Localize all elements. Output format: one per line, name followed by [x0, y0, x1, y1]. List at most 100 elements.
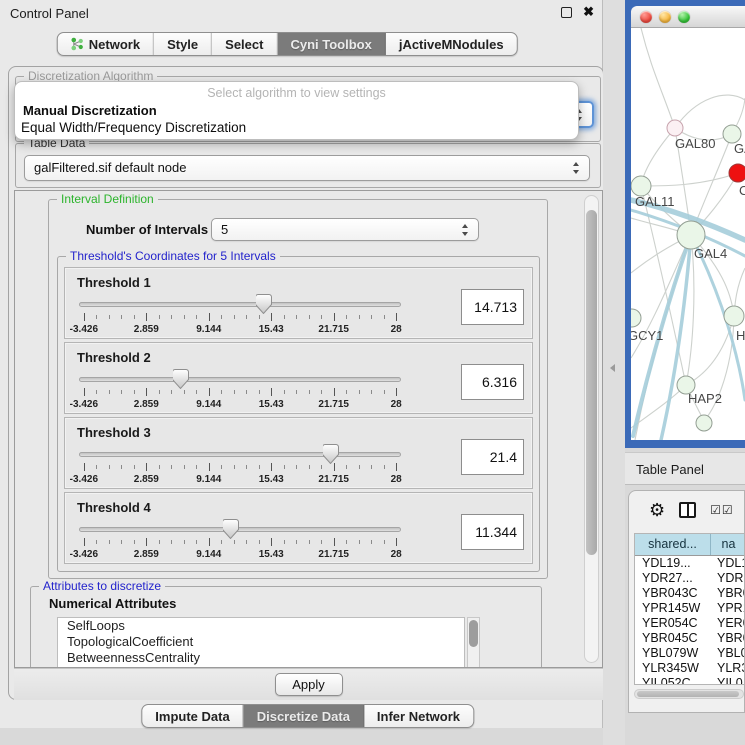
- table-data-select[interactable]: galFiltered.sif default node: [24, 155, 590, 181]
- attributes-group: Attributes to discretize Numerical Attri…: [30, 586, 542, 668]
- table-row[interactable]: YBR043CYBR0: [635, 586, 745, 601]
- threshold-4-slider[interactable]: -3.4262.8599.14415.4321.71528: [79, 517, 401, 563]
- node-label-h: H: [736, 328, 745, 343]
- cell-name[interactable]: YBR0: [711, 631, 745, 646]
- table-row[interactable]: YDL19...YDL1: [635, 556, 745, 571]
- cell-name[interactable]: YDR2: [711, 571, 745, 586]
- slider-thumb[interactable]: [173, 369, 189, 389]
- intervals-select[interactable]: 5: [211, 218, 479, 241]
- float-window-icon[interactable]: [561, 7, 572, 18]
- slider-track[interactable]: [79, 302, 401, 307]
- slider-track[interactable]: [79, 452, 401, 457]
- table-panel-toolbar: ⚙ ☑☑: [629, 491, 744, 529]
- slider-track[interactable]: [79, 527, 401, 532]
- popup-option-equal-width-frequency[interactable]: Equal Width/Frequency Discretization: [21, 120, 246, 135]
- panel-splitter[interactable]: [603, 0, 625, 745]
- node-attribute-table[interactable]: shared... na YDL19...YDL1YDR27...YDR2YBR…: [634, 533, 745, 685]
- cell-name[interactable]: YDL1: [711, 556, 745, 571]
- tab-jactivemnodules[interactable]: jActiveMNodules: [386, 33, 517, 55]
- cell-shared-name[interactable]: YLR345W: [635, 661, 711, 676]
- minimize-traffic-light-icon[interactable]: [659, 11, 671, 23]
- scrollbar-thumb[interactable]: [469, 620, 478, 647]
- table-row[interactable]: YBL079WYBL0: [635, 646, 745, 661]
- threshold-coordinates-group: Threshold's Coordinates for 5 Intervals …: [57, 256, 540, 572]
- tab-cyni-toolbox[interactable]: Cyni Toolbox: [277, 33, 385, 55]
- network-node-gal4[interactable]: [677, 221, 705, 249]
- node-label-partial-top: GA: [734, 141, 745, 156]
- slider-thumb[interactable]: [223, 519, 239, 539]
- cell-name[interactable]: YPR1: [711, 601, 745, 616]
- select-all-checkboxes-icon[interactable]: ☑☑: [710, 503, 734, 517]
- attribute-list-item[interactable]: BetweennessCentrality: [58, 650, 464, 666]
- network-node-gal11[interactable]: [631, 176, 651, 196]
- table-row[interactable]: YBR045CYBR0: [635, 631, 745, 646]
- table-row[interactable]: YPR145WYPR1: [635, 601, 745, 616]
- slider-thumb[interactable]: [256, 294, 272, 314]
- table-row[interactable]: YLR345WYLR3: [635, 661, 745, 676]
- table-row[interactable]: YDR27...YDR2: [635, 571, 745, 586]
- tab-style[interactable]: Style: [154, 33, 212, 55]
- cell-name[interactable]: YBL0: [711, 646, 745, 661]
- algorithm-dropdown-popup: Select algorithm to view settings Manual…: [14, 81, 579, 140]
- network-node-red-selected[interactable]: [729, 164, 745, 182]
- slider-thumb[interactable]: [323, 444, 339, 464]
- threshold-1-value-field[interactable]: 14.713: [461, 289, 524, 325]
- network-node-gal80[interactable]: [667, 120, 683, 136]
- threshold-2-slider[interactable]: -3.4262.8599.14415.4321.71528: [79, 367, 401, 413]
- network-view-window: GAL80 GA C GAL11 GAL4 GCY1 H HAP2: [625, 0, 745, 448]
- scrollbar-thumb[interactable]: [637, 691, 739, 697]
- attributes-list-scrollbar[interactable]: [467, 617, 480, 668]
- scrollbar-thumb[interactable]: [586, 210, 597, 555]
- table-horizontal-scrollbar[interactable]: [634, 689, 744, 699]
- splitter-collapse-icon[interactable]: [610, 364, 615, 372]
- zoom-traffic-light-icon[interactable]: [678, 11, 690, 23]
- tab-infer-network[interactable]: Infer Network: [364, 705, 473, 727]
- cell-shared-name[interactable]: YER054C: [635, 616, 711, 631]
- attribute-list-item[interactable]: TopologicalCoefficient: [58, 634, 464, 650]
- slider-ticks: [79, 538, 401, 547]
- network-node-bottom[interactable]: [696, 415, 712, 431]
- apply-button[interactable]: Apply: [275, 673, 343, 696]
- tab-select[interactable]: Select: [212, 33, 277, 55]
- tab-discretize-data[interactable]: Discretize Data: [244, 705, 364, 727]
- threshold-3-value-field[interactable]: 21.4: [461, 439, 524, 475]
- network-node-gcy1[interactable]: [631, 309, 641, 327]
- threshold-3-label: Threshold 3: [77, 425, 151, 440]
- table-row[interactable]: YER054CYER0: [635, 616, 745, 631]
- close-icon[interactable]: ✖: [583, 4, 594, 20]
- cell-shared-name[interactable]: YIL052C: [635, 676, 711, 685]
- tab-impute-data[interactable]: Impute Data: [142, 705, 243, 727]
- tab-network[interactable]: Network: [58, 33, 154, 55]
- threshold-4-value-field[interactable]: 11.344: [461, 514, 524, 550]
- cell-shared-name[interactable]: YBR043C: [635, 586, 711, 601]
- node-label-gal4: GAL4: [694, 246, 727, 261]
- column-header-name[interactable]: na: [711, 534, 745, 555]
- columns-icon[interactable]: [679, 502, 696, 518]
- column-header-shared-name[interactable]: shared...: [635, 534, 711, 555]
- cell-name[interactable]: YER0: [711, 616, 745, 631]
- threshold-3-slider[interactable]: -3.4262.8599.14415.4321.71528: [79, 442, 401, 488]
- cell-shared-name[interactable]: YDL19...: [635, 556, 711, 571]
- cell-name[interactable]: YIL0: [711, 676, 745, 685]
- cell-name[interactable]: YBR0: [711, 586, 745, 601]
- threshold-1-slider[interactable]: -3.4262.8599.14415.4321.71528: [79, 292, 401, 338]
- threshold-2-value-field[interactable]: 6.316: [461, 364, 524, 400]
- cell-shared-name[interactable]: YBR045C: [635, 631, 711, 646]
- table-panel-titlebar: Table Panel: [625, 452, 745, 485]
- network-node-h[interactable]: [724, 306, 744, 326]
- table-row[interactable]: YIL052CYIL0: [635, 676, 745, 685]
- cell-name[interactable]: YLR3: [711, 661, 745, 676]
- close-traffic-light-icon[interactable]: [640, 11, 652, 23]
- cell-shared-name[interactable]: YBL079W: [635, 646, 711, 661]
- cell-shared-name[interactable]: YPR145W: [635, 601, 711, 616]
- attribute-list-item[interactable]: SelfLoops: [58, 618, 464, 634]
- slider-track[interactable]: [79, 377, 401, 382]
- numerical-attributes-list[interactable]: SelfLoopsTopologicalCoefficientBetweenne…: [57, 617, 465, 668]
- settings-vertical-scrollbar[interactable]: [584, 195, 599, 663]
- popup-option-manual-discretization[interactable]: Manual Discretization: [23, 103, 157, 118]
- network-window-titlebar[interactable]: [631, 6, 745, 28]
- gear-icon[interactable]: ⚙: [649, 501, 665, 519]
- slider-tick-labels: -3.4262.8599.14415.4321.71528: [79, 474, 401, 486]
- cell-shared-name[interactable]: YDR27...: [635, 571, 711, 586]
- network-canvas[interactable]: GAL80 GA C GAL11 GAL4 GCY1 H HAP2: [631, 28, 745, 440]
